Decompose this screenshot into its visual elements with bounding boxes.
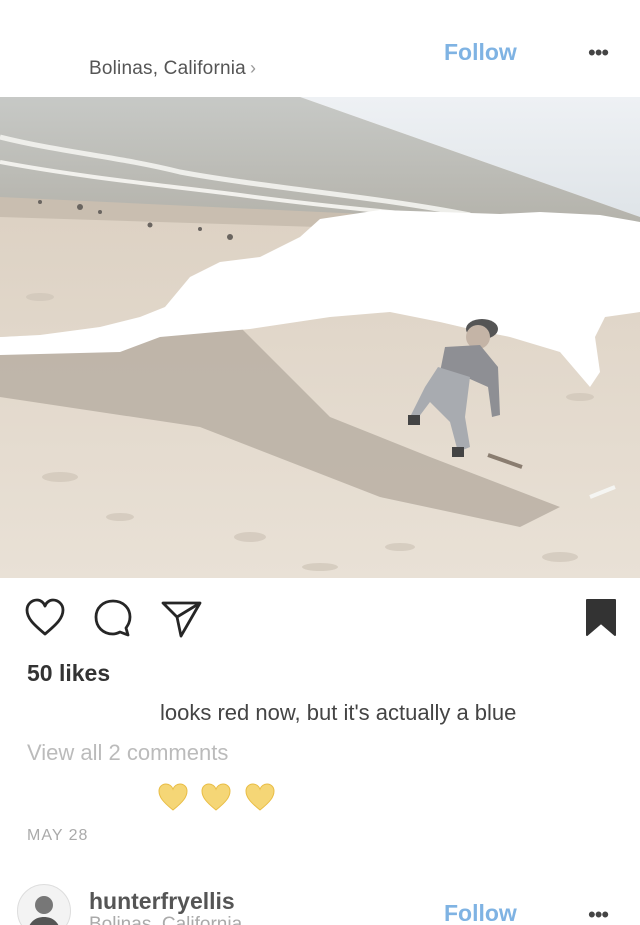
next-post-location[interactable]: Bolinas, California (89, 914, 242, 925)
avatar[interactable] (17, 884, 71, 925)
post-caption: looks red now, but it's actually a blue (160, 700, 517, 725)
action-bar (0, 598, 640, 642)
likes-count[interactable]: 50 likes (27, 660, 110, 687)
chevron-right-icon: › (249, 58, 257, 78)
follow-button[interactable]: Follow (444, 39, 517, 66)
more-options-icon[interactable]: ••• (588, 40, 609, 66)
yellow-heart-icon (201, 783, 231, 811)
comment-yellow-hearts (157, 782, 283, 817)
post-location[interactable]: Bolinas, California › (89, 58, 256, 80)
bookmark-icon[interactable] (585, 598, 617, 643)
yellow-heart-icon (245, 783, 275, 811)
next-follow-button[interactable]: Follow (444, 900, 517, 925)
post-header: Bolinas, California › Follow ••• (0, 0, 640, 97)
post-photo[interactable] (0, 97, 640, 578)
next-more-options-icon[interactable]: ••• (588, 902, 609, 925)
location-label: Bolinas, California (89, 58, 246, 79)
next-post-username[interactable]: hunterfryellis (89, 888, 235, 915)
yellow-heart-icon (158, 783, 188, 811)
heart-icon[interactable] (24, 598, 66, 643)
feed-post: Bolinas, California › Follow ••• 50 like… (0, 0, 640, 925)
view-comments-link[interactable]: View all 2 comments (27, 740, 228, 766)
comment-icon[interactable] (92, 598, 134, 643)
share-icon[interactable] (160, 598, 204, 643)
post-date: MAY 28 (27, 827, 89, 844)
